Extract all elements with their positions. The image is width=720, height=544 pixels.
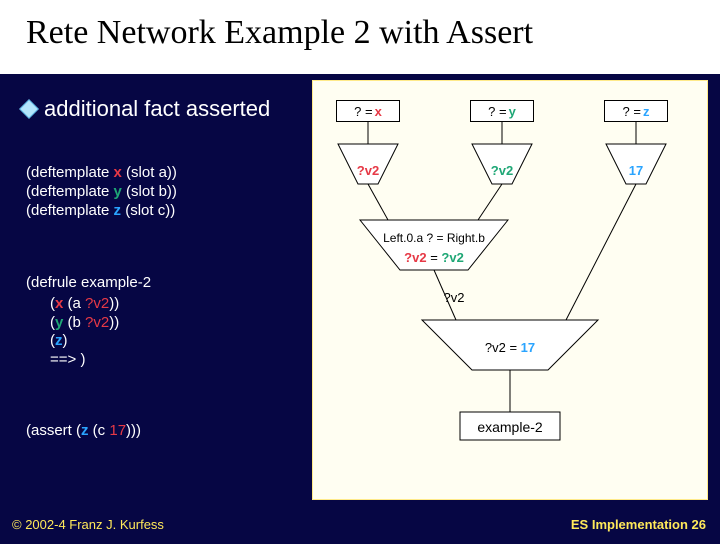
join1-eq-right: ?v2: [441, 250, 463, 265]
rule-arrow: ==> ): [50, 351, 151, 370]
footer-label: ES Implementation: [571, 517, 688, 532]
terminal-node: example-2: [477, 419, 542, 435]
footer-copyright: © 2002-4 Franz J. Kurfess: [12, 517, 164, 532]
code-text: (assert (: [26, 422, 81, 439]
footer-num: 26: [692, 517, 706, 532]
code-text: ))): [126, 422, 141, 439]
join2-eq-right: 17: [521, 340, 535, 355]
join2-eq-left: ?v2: [485, 340, 506, 355]
code-text: (slot a)): [122, 164, 177, 181]
code-text: )): [109, 314, 119, 331]
join1-eq: ?v2 = ?v2: [404, 250, 464, 265]
template-name-z: z: [114, 202, 122, 219]
slide-title: Rete Network Example 2 with Assert: [0, 0, 720, 74]
alpha-z-value: 17: [629, 163, 643, 178]
rule-head: (defrule example-2: [26, 274, 151, 293]
code-text: (slot c)): [121, 202, 175, 219]
var-v2: ?v2: [85, 314, 109, 331]
assert-block: (assert (z (c 17))): [26, 422, 141, 441]
code-text: (b: [63, 314, 85, 331]
alpha-y-value: ?v2: [491, 163, 513, 178]
join1-test: Left.0.a ? = Right.b: [383, 231, 485, 245]
bullet-icon: [19, 99, 39, 119]
code-text: ): [63, 332, 68, 349]
join2-eq: ?v2 = 17: [485, 340, 535, 355]
code-text: (deftemplate: [26, 202, 114, 219]
template-name-y: y: [114, 183, 122, 200]
join1-out: ?v2: [444, 290, 465, 305]
assert-val: 17: [109, 422, 126, 439]
join2-eq-mid: =: [506, 340, 521, 355]
slide-body: additional fact asserted (deftemplate x …: [0, 74, 720, 544]
code-text: )): [109, 295, 119, 312]
code-text: (deftemplate: [26, 183, 114, 200]
deftemplate-block: (deftemplate x (slot a)) (deftemplate y …: [26, 164, 177, 220]
join1-eq-left: ?v2: [404, 250, 426, 265]
code-text: (deftemplate: [26, 164, 114, 181]
alpha-x-value: ?v2: [357, 163, 379, 178]
template-name-x: x: [114, 164, 122, 181]
var-v2: ?v2: [85, 295, 109, 312]
code-text: (a: [63, 295, 85, 312]
code-text: (slot b)): [122, 183, 177, 200]
code-text: (c: [89, 422, 110, 439]
join1-eq-mid: =: [427, 250, 442, 265]
defrule-block: (defrule example-2 (x (a ?v2)) (y (b ?v2…: [26, 274, 151, 370]
bullet-text: additional fact asserted: [44, 96, 270, 122]
diagram-svg: [312, 80, 708, 500]
bullet-item: additional fact asserted: [22, 96, 270, 122]
pattern-z: z: [55, 332, 63, 349]
assert-z: z: [81, 422, 89, 439]
footer-slide-number: ES Implementation 26: [571, 517, 706, 532]
